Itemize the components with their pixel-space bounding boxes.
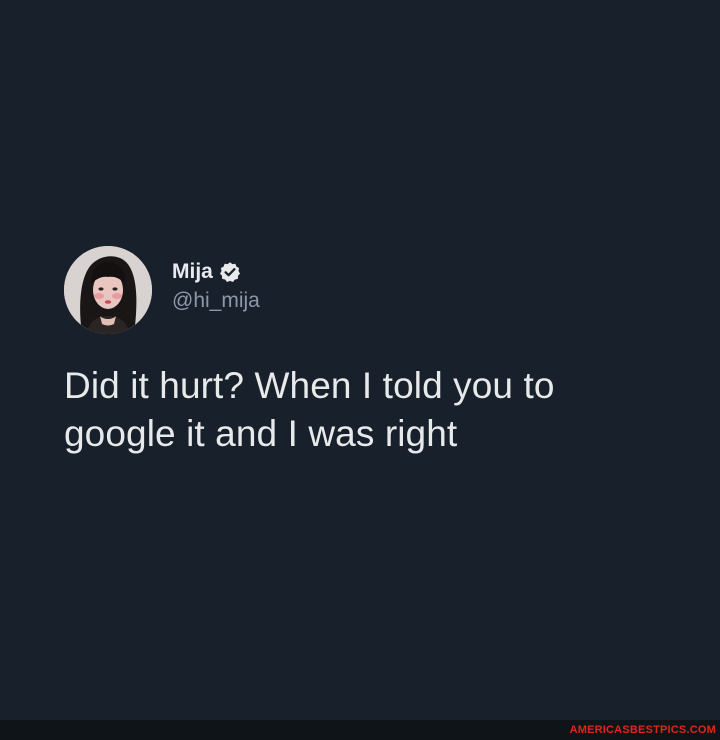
profile-photo-icon bbox=[64, 246, 152, 334]
verified-badge-icon bbox=[219, 261, 241, 283]
watermark-text: AMERICASBESTPICS.COM bbox=[569, 724, 716, 736]
author-names: Mija @hi_mija bbox=[172, 259, 260, 315]
display-name-row: Mija bbox=[172, 259, 260, 285]
tweet-screenshot: Mija @hi_mija Did it hurt? When I told y… bbox=[0, 0, 720, 720]
watermark-bar: AMERICASBESTPICS.COM bbox=[0, 720, 720, 740]
avatar[interactable] bbox=[64, 246, 152, 334]
display-name[interactable]: Mija bbox=[172, 259, 213, 285]
tweet-text: Did it hurt? When I told you to google i… bbox=[64, 365, 555, 454]
author-handle[interactable]: @hi_mija bbox=[172, 287, 260, 315]
tweet-card: Mija @hi_mija Did it hurt? When I told y… bbox=[64, 246, 664, 458]
tweet-author: Mija @hi_mija bbox=[64, 246, 664, 334]
